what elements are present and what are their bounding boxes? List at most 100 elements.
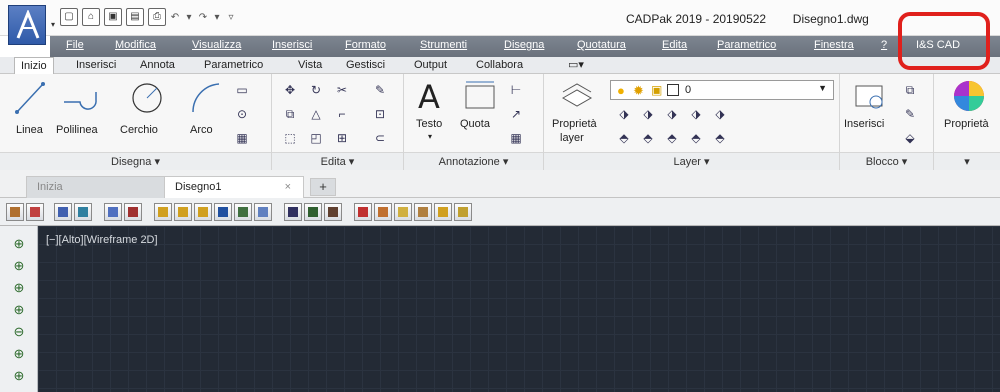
layer-tool-icon[interactable]: ⬘ — [640, 130, 656, 146]
menu-visualizza[interactable]: Visualizza — [192, 39, 241, 51]
application-menu-button[interactable]: ▾ — [8, 5, 55, 45]
close-icon[interactable]: × — [285, 177, 291, 197]
toolbar-tool-icon[interactable] — [54, 203, 72, 221]
tab-collabora[interactable]: Collabora — [470, 57, 529, 74]
menu-parametrico[interactable]: Parametrico — [717, 39, 776, 51]
toolbar-tool-icon[interactable] — [124, 203, 142, 221]
toolbar-tool-icon[interactable] — [74, 203, 92, 221]
zoom-previous-icon[interactable]: ⊕ — [11, 280, 27, 296]
explode-icon[interactable]: ⊡ — [372, 106, 388, 122]
toolbar-tool-icon[interactable] — [214, 203, 232, 221]
move-icon[interactable]: ✥ — [282, 82, 298, 98]
rotate-icon[interactable]: ↻ — [308, 82, 324, 98]
tab-annota[interactable]: Annota — [134, 57, 181, 74]
zoom-realtime-icon[interactable]: ⊕ — [11, 236, 27, 252]
polyline-tool-button[interactable]: Polilinea — [54, 80, 110, 140]
layer-select[interactable]: ● ✹ ▣ 0 ▼ — [610, 80, 834, 100]
block-attribute-icon[interactable]: ⬙ — [902, 130, 918, 146]
toolbar-tool-icon[interactable] — [26, 203, 44, 221]
panel-title-disegna[interactable]: Disegna ▾ — [0, 152, 271, 170]
panel-title-layer[interactable]: Layer ▾ — [544, 152, 839, 170]
undo-dropdown-icon[interactable]: ▾ — [184, 12, 194, 23]
create-block-icon[interactable]: ⧉ — [902, 82, 918, 98]
toolbar-tool-icon[interactable] — [304, 203, 322, 221]
zoom-extents-icon[interactable]: ⊕ — [11, 368, 27, 384]
toolbar-tool-icon[interactable] — [234, 203, 252, 221]
chevron-down-icon[interactable]: ▾ — [51, 20, 55, 29]
edit-block-icon[interactable]: ✎ — [902, 106, 918, 122]
tab-parametrico[interactable]: Parametrico — [198, 57, 269, 74]
menu-quotatura[interactable]: Quotatura — [577, 39, 626, 51]
menu-disegna[interactable]: Disegna — [504, 39, 544, 51]
layer-tool-icon[interactable]: ⬘ — [688, 130, 704, 146]
ellipse-icon[interactable]: ⊙ — [234, 106, 250, 122]
new-tab-button[interactable]: + — [310, 178, 336, 196]
toolbar-tool-icon[interactable] — [434, 203, 452, 221]
leader-icon[interactable]: ↗ — [508, 106, 524, 122]
layer-properties-button[interactable]: Proprietà layer — [550, 78, 604, 144]
erase-icon[interactable]: ✎ — [372, 82, 388, 98]
insert-block-button[interactable]: Inserisci — [844, 78, 896, 144]
text-dropdown-icon[interactable]: ▾ — [428, 132, 432, 141]
toolbar-tool-icon[interactable] — [284, 203, 302, 221]
tab-inizio[interactable]: Inizio — [14, 57, 54, 75]
arc-tool-button[interactable]: Arco — [186, 80, 226, 140]
layer-tool-icon[interactable]: ⬗ — [688, 106, 704, 122]
rectangle-icon[interactable]: ▭ — [234, 82, 250, 98]
mirror-icon[interactable]: △ — [308, 106, 324, 122]
drawing-canvas[interactable] — [38, 226, 1000, 392]
offset-icon[interactable]: ⊂ — [372, 130, 388, 146]
panel-title-blocco[interactable]: Blocco ▾ — [840, 152, 933, 170]
circle-tool-button[interactable]: Cerchio — [120, 80, 170, 140]
table-icon[interactable]: ▦ — [508, 130, 524, 146]
toolbar-tool-icon[interactable] — [154, 203, 172, 221]
layer-tool-icon[interactable]: ⬘ — [712, 130, 728, 146]
trim-icon[interactable]: ✂ — [334, 82, 350, 98]
toolbar-tool-icon[interactable] — [194, 203, 212, 221]
layer-tool-icon[interactable]: ⬗ — [664, 106, 680, 122]
save-icon[interactable]: ▣ — [104, 8, 122, 26]
tab-drawing[interactable]: Disegno1 × — [164, 176, 304, 198]
panel-title-edita[interactable]: Edita ▾ — [272, 152, 403, 170]
properties-button[interactable]: Proprietà — [944, 78, 994, 144]
toolbar-tool-icon[interactable] — [324, 203, 342, 221]
hatch-icon[interactable]: ▦ — [234, 130, 250, 146]
toolbar-tool-icon[interactable] — [104, 203, 122, 221]
redo-icon[interactable]: ↷ — [198, 12, 208, 23]
toolbar-tool-icon[interactable] — [454, 203, 472, 221]
toolbar-tool-icon[interactable] — [414, 203, 432, 221]
panel-title-proprieta[interactable]: ▾ — [934, 152, 1000, 170]
zoom-all-icon[interactable]: ⊕ — [11, 346, 27, 362]
fillet-icon[interactable]: ⌐ — [334, 106, 350, 122]
menu-file[interactable]: File — [66, 39, 84, 51]
tab-inserisci[interactable]: Inserisci — [70, 57, 122, 74]
workspace-switch-icon[interactable]: ▭▾ — [562, 57, 590, 74]
text-tool-button[interactable]: A Testo ▾ — [412, 78, 452, 144]
new-file-icon[interactable]: ▢ — [60, 8, 78, 26]
menu-finestra[interactable]: Finestra — [814, 39, 854, 51]
toolbar-tool-icon[interactable] — [374, 203, 392, 221]
panel-title-annotazione[interactable]: Annotazione ▾ — [404, 152, 543, 170]
linear-dimension-icon[interactable]: ⊢ — [508, 82, 524, 98]
viewport-controls-label[interactable]: [−][Alto][Wireframe 2D] — [46, 234, 158, 246]
toolbar-tool-icon[interactable] — [174, 203, 192, 221]
toolbar-tool-icon[interactable] — [394, 203, 412, 221]
line-tool-button[interactable]: Linea — [10, 80, 50, 140]
redo-dropdown-icon[interactable]: ▾ — [212, 12, 222, 23]
menu-inserisci[interactable]: Inserisci — [272, 39, 312, 51]
copy-icon[interactable]: ⧉ — [282, 106, 298, 122]
print-icon[interactable]: ⎙ — [148, 8, 166, 26]
dimension-tool-button[interactable]: Quota — [458, 78, 502, 144]
zoom-out-icon[interactable]: ⊖ — [11, 324, 27, 340]
menu-formato[interactable]: Formato — [345, 39, 386, 51]
customize-toolbar-icon[interactable]: ▿ — [226, 12, 236, 23]
layer-tool-icon[interactable]: ⬗ — [640, 106, 656, 122]
layer-tool-icon[interactable]: ⬘ — [616, 130, 632, 146]
menu-strumenti[interactable]: Strumenti — [420, 39, 467, 51]
toolbar-tool-icon[interactable] — [254, 203, 272, 221]
layer-tool-icon[interactable]: ⬗ — [712, 106, 728, 122]
menu-help[interactable]: ? — [881, 39, 887, 51]
toolbar-tool-icon[interactable] — [6, 203, 24, 221]
toolbar-tool-icon[interactable] — [354, 203, 372, 221]
tab-output[interactable]: Output — [408, 57, 453, 74]
